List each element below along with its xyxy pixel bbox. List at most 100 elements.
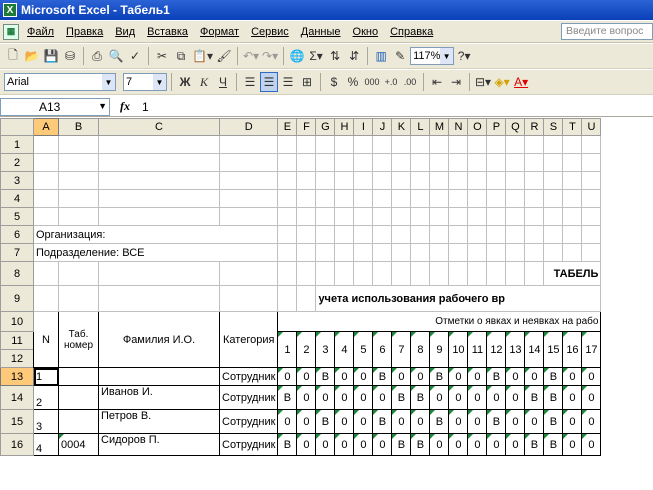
column-header-i[interactable]: I bbox=[353, 118, 374, 136]
cell[interactable] bbox=[467, 261, 488, 286]
sort-descending-icon[interactable]: ⇵ bbox=[345, 46, 363, 66]
cell[interactable] bbox=[58, 285, 99, 312]
cell[interactable] bbox=[33, 207, 59, 226]
cell[interactable] bbox=[218, 207, 279, 226]
cell[interactable] bbox=[429, 189, 450, 208]
attendance-mark[interactable]: В bbox=[372, 367, 393, 386]
sort-ascending-icon[interactable]: ⇅ bbox=[326, 46, 344, 66]
cell[interactable] bbox=[33, 261, 59, 286]
print-preview-icon[interactable]: 🔍 bbox=[107, 46, 125, 66]
menu-help[interactable]: Справка bbox=[384, 26, 439, 38]
cell[interactable] bbox=[543, 135, 564, 154]
column-header-k[interactable]: K bbox=[391, 118, 412, 136]
percent-icon[interactable]: % bbox=[344, 72, 362, 92]
cell[interactable] bbox=[524, 225, 545, 244]
employee-category[interactable]: Сотрудник bbox=[218, 433, 279, 456]
cell[interactable] bbox=[315, 171, 336, 190]
cell[interactable] bbox=[524, 261, 545, 286]
header-day-8[interactable]: 8 bbox=[410, 331, 431, 368]
cell[interactable] bbox=[448, 171, 469, 190]
cell[interactable] bbox=[218, 171, 279, 190]
attendance-mark[interactable]: 0 bbox=[334, 433, 355, 456]
header-day-13[interactable]: 13 bbox=[505, 331, 526, 368]
row-header-13[interactable]: 13 bbox=[0, 367, 34, 386]
font-color-icon[interactable]: A▾ bbox=[512, 72, 530, 92]
copy-icon[interactable]: ⧉ bbox=[172, 46, 190, 66]
cell[interactable] bbox=[218, 261, 279, 286]
cell[interactable] bbox=[372, 189, 393, 208]
cell[interactable] bbox=[218, 189, 279, 208]
cell[interactable] bbox=[410, 261, 431, 286]
employee-name[interactable]: Иванов И. bbox=[98, 385, 220, 410]
row-header-12[interactable]: 12 bbox=[0, 349, 34, 368]
attendance-mark[interactable]: 0 bbox=[353, 433, 374, 456]
row-header-2[interactable]: 2 bbox=[0, 153, 34, 172]
cell[interactable] bbox=[410, 243, 431, 262]
attendance-mark[interactable]: 0 bbox=[524, 367, 545, 386]
row-header-10[interactable]: 10 bbox=[0, 311, 34, 332]
cell[interactable] bbox=[296, 285, 317, 312]
attendance-mark[interactable]: 0 bbox=[505, 409, 526, 434]
chart-wizard-icon[interactable]: ▥ bbox=[372, 46, 390, 66]
italic-button[interactable]: К bbox=[195, 72, 213, 92]
column-header-q[interactable]: Q bbox=[505, 118, 526, 136]
employee-name[interactable] bbox=[98, 367, 220, 386]
cell[interactable] bbox=[429, 243, 450, 262]
cell[interactable] bbox=[524, 243, 545, 262]
attendance-mark[interactable]: 0 bbox=[467, 385, 488, 410]
spelling-icon[interactable]: ✓ bbox=[126, 46, 144, 66]
attendance-mark[interactable]: В bbox=[277, 385, 298, 410]
cell[interactable] bbox=[581, 189, 602, 208]
borders-icon[interactable]: ⊟▾ bbox=[474, 72, 492, 92]
sheet-subheading[interactable]: учета использования рабочего вр bbox=[315, 285, 602, 312]
cell[interactable] bbox=[277, 285, 298, 312]
employee-category[interactable]: Сотрудник bbox=[218, 385, 279, 410]
attendance-mark[interactable]: 0 bbox=[429, 385, 450, 410]
employee-tab-number[interactable]: 0004 bbox=[58, 433, 99, 456]
cell[interactable] bbox=[58, 171, 99, 190]
attendance-mark[interactable]: 0 bbox=[334, 385, 355, 410]
comma-style-icon[interactable]: 000 bbox=[363, 72, 381, 92]
cell[interactable] bbox=[467, 171, 488, 190]
bold-button[interactable]: Ж bbox=[176, 72, 194, 92]
cell[interactable] bbox=[315, 135, 336, 154]
header-day-6[interactable]: 6 bbox=[372, 331, 393, 368]
menu-window[interactable]: Окно bbox=[347, 26, 385, 38]
column-header-f[interactable]: F bbox=[296, 118, 317, 136]
cell[interactable] bbox=[562, 171, 583, 190]
cell[interactable] bbox=[581, 171, 602, 190]
menu-file[interactable]: Файл bbox=[21, 26, 60, 38]
attendance-mark[interactable]: 0 bbox=[448, 367, 469, 386]
header-day-9[interactable]: 9 bbox=[429, 331, 450, 368]
employee-name[interactable]: Петров В. bbox=[98, 409, 220, 434]
currency-icon[interactable]: $ bbox=[325, 72, 343, 92]
column-header-l[interactable]: L bbox=[410, 118, 431, 136]
cell[interactable] bbox=[372, 225, 393, 244]
column-header-d[interactable]: D bbox=[218, 118, 279, 136]
format-painter-icon[interactable]: 🖌 bbox=[215, 46, 233, 66]
sheet-heading[interactable]: ТАБЕЛЬ bbox=[543, 261, 602, 286]
menu-tools[interactable]: Сервис bbox=[245, 26, 295, 38]
cell[interactable] bbox=[334, 171, 355, 190]
column-header-e[interactable]: E bbox=[277, 118, 298, 136]
attendance-mark[interactable]: 0 bbox=[334, 409, 355, 434]
undo-icon[interactable]: ↶▾ bbox=[242, 46, 260, 66]
cell[interactable] bbox=[505, 207, 526, 226]
cell[interactable] bbox=[410, 153, 431, 172]
cell[interactable] bbox=[467, 207, 488, 226]
attendance-mark[interactable]: 0 bbox=[581, 433, 602, 456]
workbook-icon[interactable]: ▦ bbox=[3, 23, 19, 40]
cell[interactable] bbox=[372, 243, 393, 262]
attendance-mark[interactable]: 0 bbox=[410, 409, 431, 434]
cell[interactable] bbox=[315, 261, 336, 286]
column-header-m[interactable]: M bbox=[429, 118, 450, 136]
cell[interactable] bbox=[486, 225, 507, 244]
column-header-h[interactable]: H bbox=[334, 118, 355, 136]
font-size-select[interactable]: 7 ▼ bbox=[123, 73, 167, 91]
cell[interactable] bbox=[486, 135, 507, 154]
cell[interactable] bbox=[33, 135, 59, 154]
attendance-mark[interactable]: В bbox=[486, 409, 507, 434]
row-header-1[interactable]: 1 bbox=[0, 135, 34, 154]
employee-number[interactable]: 4 bbox=[33, 433, 59, 456]
attendance-mark[interactable]: 0 bbox=[277, 367, 298, 386]
